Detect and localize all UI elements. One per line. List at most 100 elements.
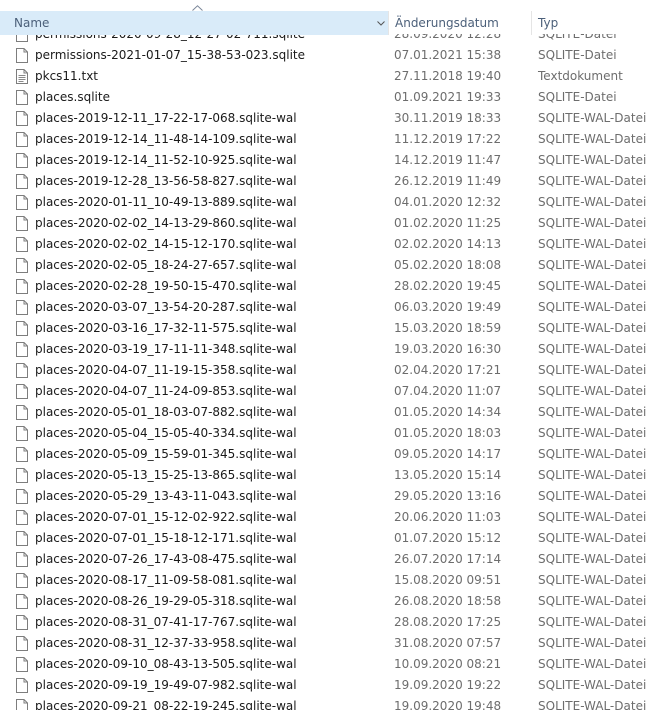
table-row[interactable]: places-2020-08-17_11-09-58-081.sqlite-wa… bbox=[0, 570, 648, 591]
file-name: places-2020-02-02_14-15-12-170.sqlite-wa… bbox=[35, 237, 297, 251]
table-row[interactable]: places-2020-05-01_18-03-07-882.sqlite-wa… bbox=[0, 402, 648, 423]
table-row[interactable]: places-2020-03-07_13-54-20-287.sqlite-wa… bbox=[0, 297, 648, 318]
table-row[interactable]: places-2019-12-28_13-56-58-827.sqlite-wa… bbox=[0, 171, 648, 192]
blank-file-icon bbox=[16, 48, 28, 63]
table-row[interactable]: places-2020-02-02_14-15-12-170.sqlite-wa… bbox=[0, 234, 648, 255]
file-name: places-2020-09-19_19-49-07-982.sqlite-wa… bbox=[35, 678, 297, 692]
blank-file-icon bbox=[16, 531, 28, 546]
file-date: 27.11.2018 19:40 bbox=[394, 69, 502, 83]
table-row[interactable]: places-2020-08-31_07-41-17-767.sqlite-wa… bbox=[0, 612, 648, 633]
blank-file-icon bbox=[16, 195, 28, 210]
file-name: places-2020-02-05_18-24-27-657.sqlite-wa… bbox=[35, 258, 297, 272]
file-date: 06.03.2020 19:49 bbox=[394, 300, 502, 314]
table-row[interactable]: places-2020-02-05_18-24-27-657.sqlite-wa… bbox=[0, 255, 648, 276]
table-row[interactable]: places-2020-08-26_19-29-05-318.sqlite-wa… bbox=[0, 591, 648, 612]
table-row[interactable]: places-2020-09-19_19-49-07-982.sqlite-wa… bbox=[0, 675, 648, 696]
file-name: places-2020-05-01_18-03-07-882.sqlite-wa… bbox=[35, 405, 297, 419]
file-type: SQLITE-WAL-Datei bbox=[538, 405, 647, 419]
blank-file-icon bbox=[16, 636, 28, 651]
column-header-type[interactable]: Typ bbox=[532, 11, 648, 35]
file-name: places-2020-09-21_08-22-19-245.sqlite-wa… bbox=[35, 699, 297, 710]
file-date: 14.12.2019 11:47 bbox=[394, 153, 502, 167]
column-header-name[interactable]: Name bbox=[0, 11, 388, 35]
file-name: places-2019-12-11_17-22-17-068.sqlite-wa… bbox=[35, 111, 297, 125]
column-header-name-label: Name bbox=[14, 16, 50, 30]
table-row[interactable]: places-2020-07-01_15-18-12-171.sqlite-wa… bbox=[0, 528, 648, 549]
file-type: SQLITE-WAL-Datei bbox=[538, 153, 647, 167]
file-date: 07.01.2021 15:38 bbox=[394, 48, 502, 62]
file-type: SQLITE-WAL-Datei bbox=[538, 468, 647, 482]
table-row[interactable]: places-2020-05-13_15-25-13-865.sqlite-wa… bbox=[0, 465, 648, 486]
file-name: places-2020-08-31_12-37-33-958.sqlite-wa… bbox=[35, 636, 297, 650]
table-row[interactable]: places-2020-09-21_08-22-19-245.sqlite-wa… bbox=[0, 696, 648, 710]
file-name: places-2020-05-04_15-05-40-334.sqlite-wa… bbox=[35, 426, 297, 440]
file-date: 02.02.2020 14:13 bbox=[394, 237, 502, 251]
file-type: SQLITE-WAL-Datei bbox=[538, 594, 647, 608]
file-name: places-2020-08-17_11-09-58-081.sqlite-wa… bbox=[35, 573, 297, 587]
file-type: SQLITE-WAL-Datei bbox=[538, 363, 647, 377]
column-header-bar: Name Änderungsdatum Typ bbox=[0, 0, 648, 35]
file-name: places-2020-07-01_15-18-12-171.sqlite-wa… bbox=[35, 531, 297, 545]
table-row[interactable]: places-2020-05-04_15-05-40-334.sqlite-wa… bbox=[0, 423, 648, 444]
file-type: SQLITE-WAL-Datei bbox=[538, 237, 647, 251]
chevron-down-icon[interactable] bbox=[374, 11, 388, 35]
file-type: SQLITE-WAL-Datei bbox=[538, 216, 647, 230]
file-name: places-2020-07-26_17-43-08-475.sqlite-wa… bbox=[35, 552, 297, 566]
blank-file-icon bbox=[16, 258, 28, 273]
blank-file-icon bbox=[16, 132, 28, 147]
table-row[interactable]: places-2020-03-19_17-11-11-348.sqlite-wa… bbox=[0, 339, 648, 360]
file-type: SQLITE-WAL-Datei bbox=[538, 174, 647, 188]
blank-file-icon bbox=[16, 111, 28, 126]
table-row[interactable]: places-2020-07-01_15-12-02-922.sqlite-wa… bbox=[0, 507, 648, 528]
file-date: 04.01.2020 12:32 bbox=[394, 195, 502, 209]
file-type: SQLITE-WAL-Datei bbox=[538, 678, 647, 692]
file-name: places-2020-03-16_17-32-11-575.sqlite-wa… bbox=[35, 321, 297, 335]
table-row[interactable]: places-2020-05-29_13-43-11-043.sqlite-wa… bbox=[0, 486, 648, 507]
table-row[interactable]: places-2020-02-28_19-50-15-470.sqlite-wa… bbox=[0, 276, 648, 297]
file-name: places-2020-02-28_19-50-15-470.sqlite-wa… bbox=[35, 279, 297, 293]
table-row[interactable]: places-2019-12-14_11-52-10-925.sqlite-wa… bbox=[0, 150, 648, 171]
file-type: SQLITE-WAL-Datei bbox=[538, 258, 647, 272]
file-name: places-2020-07-01_15-12-02-922.sqlite-wa… bbox=[35, 510, 297, 524]
table-row[interactable]: places-2020-09-10_08-43-13-505.sqlite-wa… bbox=[0, 654, 648, 675]
table-row[interactable]: places-2019-12-11_17-22-17-068.sqlite-wa… bbox=[0, 108, 648, 129]
file-name: places-2020-03-19_17-11-11-348.sqlite-wa… bbox=[35, 342, 297, 356]
table-row[interactable]: permissions-2021-01-07_15-38-53-023.sqli… bbox=[0, 45, 648, 66]
file-type: SQLITE-WAL-Datei bbox=[538, 426, 647, 440]
file-type: SQLITE-WAL-Datei bbox=[538, 489, 647, 503]
column-header-date[interactable]: Änderungsdatum bbox=[389, 11, 531, 35]
file-date: 01.07.2020 15:12 bbox=[394, 531, 502, 545]
blank-file-icon bbox=[16, 384, 28, 399]
file-name: places-2020-03-07_13-54-20-287.sqlite-wa… bbox=[35, 300, 297, 314]
table-row[interactable]: places-2020-04-07_11-19-15-358.sqlite-wa… bbox=[0, 360, 648, 381]
file-type: SQLITE-WAL-Datei bbox=[538, 132, 647, 146]
table-row[interactable]: places-2020-03-16_17-32-11-575.sqlite-wa… bbox=[0, 318, 648, 339]
file-date: 10.09.2020 08:21 bbox=[394, 657, 502, 671]
file-name: places-2019-12-14_11-52-10-925.sqlite-wa… bbox=[35, 153, 297, 167]
file-type: SQLITE-WAL-Datei bbox=[538, 111, 647, 125]
table-row[interactable]: places-2020-05-09_15-59-01-345.sqlite-wa… bbox=[0, 444, 648, 465]
blank-file-icon bbox=[16, 594, 28, 609]
file-type: SQLITE-WAL-Datei bbox=[538, 699, 647, 710]
sort-up-chevron-icon bbox=[192, 4, 203, 14]
file-name: places-2020-08-26_19-29-05-318.sqlite-wa… bbox=[35, 594, 297, 608]
blank-file-icon bbox=[16, 468, 28, 483]
table-row[interactable]: places.sqlite 01.09.2021 19:33 SQLITE-Date… bbox=[0, 87, 648, 108]
file-date: 26.08.2020 18:58 bbox=[394, 594, 502, 608]
table-row[interactable]: pkcs11.txt 27.11.2018 19:40 Textdokument bbox=[0, 66, 648, 87]
table-row[interactable]: places-2020-02-02_14-13-29-860.sqlite-wa… bbox=[0, 213, 648, 234]
file-type: SQLITE-WAL-Datei bbox=[538, 615, 647, 629]
table-row[interactable]: places-2020-01-11_10-49-13-889.sqlite-wa… bbox=[0, 192, 648, 213]
blank-file-icon bbox=[16, 699, 28, 710]
table-row[interactable]: places-2020-08-31_12-37-33-958.sqlite-wa… bbox=[0, 633, 648, 654]
file-date: 02.04.2020 17:21 bbox=[394, 363, 502, 377]
file-name: pkcs11.txt bbox=[35, 69, 99, 83]
file-date: 30.11.2019 18:33 bbox=[394, 111, 502, 125]
file-date: 26.07.2020 17:14 bbox=[394, 552, 502, 566]
blank-file-icon bbox=[16, 153, 28, 168]
table-row[interactable]: places-2020-07-26_17-43-08-475.sqlite-wa… bbox=[0, 549, 648, 570]
table-row[interactable]: places-2019-12-14_11-48-14-109.sqlite-wa… bbox=[0, 129, 648, 150]
file-date: 01.09.2021 19:33 bbox=[394, 90, 502, 104]
file-date: 28.08.2020 17:25 bbox=[394, 615, 502, 629]
table-row[interactable]: places-2020-04-07_11-24-09-853.sqlite-wa… bbox=[0, 381, 648, 402]
